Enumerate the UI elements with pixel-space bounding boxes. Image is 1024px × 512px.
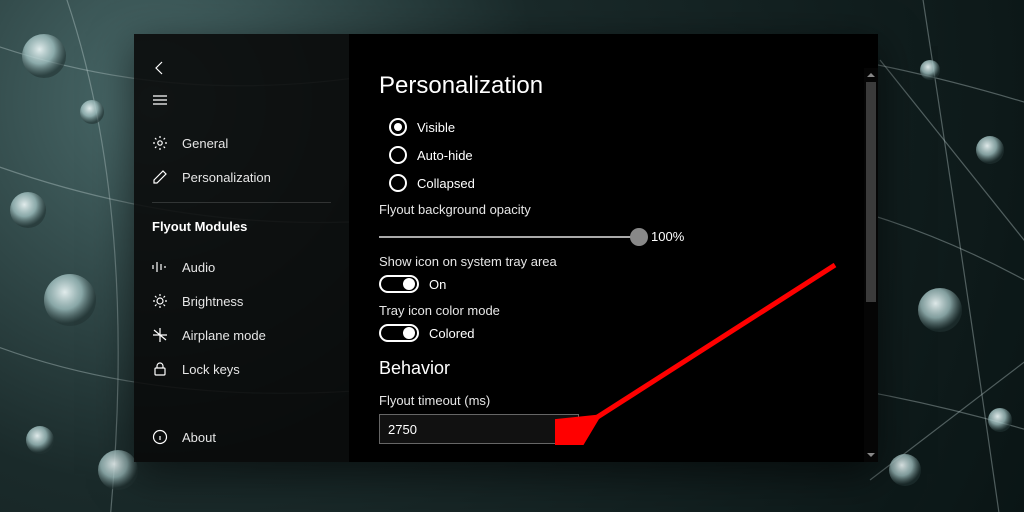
sidebar-nav-modules: Audio Brightness Airplane mode Lock keys (134, 250, 349, 386)
sidebar-item-audio[interactable]: Audio (134, 250, 349, 284)
radio-icon (389, 118, 407, 136)
sidebar-item-label: Airplane mode (182, 328, 266, 343)
radio-icon (389, 174, 407, 192)
timeout-label: Flyout timeout (ms) (379, 393, 848, 408)
radio-icon (389, 146, 407, 164)
slider-thumb-icon[interactable] (630, 228, 648, 246)
toggle-state-text: Colored (429, 326, 475, 341)
tray-color-label: Tray icon color mode (379, 303, 848, 318)
radio-label: Visible (417, 120, 455, 135)
audio-icon (152, 259, 168, 275)
sidebar-item-label: General (182, 136, 228, 151)
scroll-down-icon[interactable] (864, 448, 878, 462)
opacity-value: 100% (651, 229, 684, 244)
page-title: Personalization (379, 72, 848, 100)
tray-icon-label: Show icon on system tray area (379, 254, 848, 269)
sidebar-heading-modules: Flyout Modules (134, 211, 349, 240)
brightness-icon (152, 293, 168, 309)
sidebar-item-label: Personalization (182, 170, 271, 185)
radio-option-collapsed[interactable]: Collapsed (389, 174, 848, 192)
timeout-value: 2750 (388, 422, 417, 437)
toggle-state-text: On (429, 277, 446, 292)
radio-option-visible[interactable]: Visible (389, 118, 848, 136)
scroll-up-icon[interactable] (864, 68, 878, 82)
tray-color-toggle[interactable] (379, 324, 419, 342)
radio-label: Collapsed (417, 176, 475, 191)
sidebar-item-label: Lock keys (182, 362, 240, 377)
app-window: General Personalization Flyout Modules A… (134, 34, 878, 462)
info-icon (152, 429, 168, 445)
sidebar-item-label: Audio (182, 260, 215, 275)
menu-button[interactable] (140, 84, 180, 116)
opacity-label: Flyout background opacity (379, 202, 848, 217)
lock-icon (152, 361, 168, 377)
edit-icon (152, 169, 168, 185)
content-pane: Personalization Visible Auto-hide Collap… (349, 34, 878, 462)
opacity-slider-row: 100% (379, 229, 848, 244)
sidebar-item-brightness[interactable]: Brightness (134, 284, 349, 318)
sidebar: General Personalization Flyout Modules A… (134, 34, 349, 462)
sidebar-item-personalization[interactable]: Personalization (134, 160, 349, 194)
sidebar-item-label: Brightness (182, 294, 243, 309)
sidebar-divider (152, 202, 331, 203)
sidebar-item-about[interactable]: About (134, 420, 349, 454)
radio-option-auto-hide[interactable]: Auto-hide (389, 146, 848, 164)
behavior-heading: Behavior (379, 358, 848, 379)
back-button[interactable] (140, 52, 180, 84)
sidebar-item-general[interactable]: General (134, 126, 349, 160)
sidebar-item-lock-keys[interactable]: Lock keys (134, 352, 349, 386)
spinner-arrows-icon[interactable] (562, 424, 570, 435)
gear-icon (152, 135, 168, 151)
sidebar-item-label: About (182, 430, 216, 445)
opacity-slider[interactable] (379, 236, 639, 238)
airplane-icon (152, 327, 168, 343)
sidebar-nav-primary: General Personalization (134, 126, 349, 194)
timeout-spinbox[interactable]: 2750 (379, 414, 579, 444)
radio-label: Auto-hide (417, 148, 473, 163)
sidebar-item-airplane-mode[interactable]: Airplane mode (134, 318, 349, 352)
scrollbar-thumb[interactable] (866, 82, 876, 302)
content-scrollbar[interactable] (864, 68, 878, 462)
tray-icon-toggle[interactable] (379, 275, 419, 293)
